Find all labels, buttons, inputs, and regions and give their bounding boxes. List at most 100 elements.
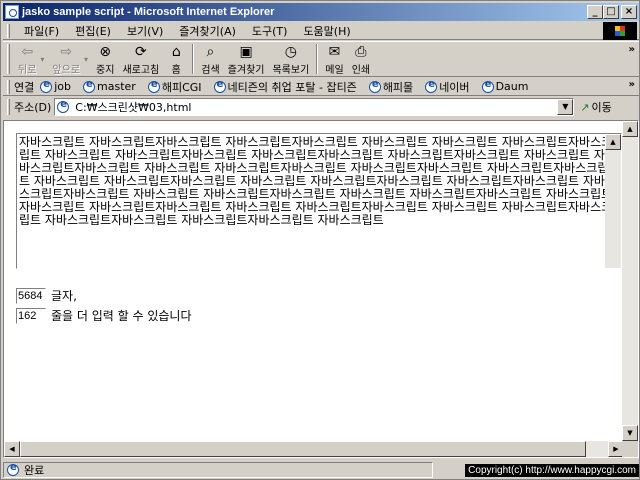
link-text: 네티즌의 취업 포탈 - 잡티즌 [227, 80, 357, 94]
mail-button[interactable]: ✉ 메일 [321, 42, 347, 76]
stop-label: 중지 [96, 65, 115, 76]
menu-edit[interactable]: 편집(E) [67, 23, 119, 39]
menu-grip[interactable] [7, 23, 10, 38]
status-pane-main: 완료 [3, 462, 433, 478]
go-button[interactable]: ↗ 이동 [580, 99, 611, 115]
page-vertical-scrollbar[interactable]: ▲ ▼ [622, 121, 638, 441]
history-button[interactable]: ◷ 목록보기 [268, 42, 313, 76]
ie-page-icon [57, 99, 70, 113]
search-label: 검색 [201, 65, 220, 76]
menu-bar: 파일(F) 편집(E) 보기(V) 즐겨찾기(A) 도구(T) 도움말(H) [3, 22, 639, 40]
ie-page-icon [147, 79, 160, 93]
scroll-up-icon[interactable]: ▲ [605, 134, 621, 150]
link-happymall[interactable]: 해피몰 [368, 79, 414, 95]
go-arrow-icon: ↗ [580, 100, 590, 114]
back-dropdown-icon[interactable]: ▾ [40, 55, 44, 64]
status-text: 완료 [24, 464, 45, 477]
copyright-overlay: Copyright(c) http://www.happycgi.com [465, 464, 639, 477]
menu-favorites[interactable]: 즐겨찾기(A) [171, 23, 244, 39]
menu-help[interactable]: 도움말(H) [295, 23, 358, 39]
link-job[interactable]: job [40, 79, 72, 93]
refresh-icon: ⟳ [134, 44, 147, 60]
scroll-left-icon[interactable]: ◀ [4, 441, 20, 457]
links-bar: 연결 job master 해피CGI 네티즌의 취업 포탈 - 잡티즌 해피몰… [3, 78, 639, 96]
toolbar-grip[interactable] [7, 44, 10, 74]
link-text: 네이버 [439, 80, 470, 94]
ie-page-icon [213, 79, 226, 93]
line-count-field[interactable]: 162 [16, 307, 46, 324]
forward-arrow-icon: ⇨ [60, 44, 73, 60]
address-label: 주소(D) [14, 101, 52, 114]
back-label: 뒤로 [18, 65, 37, 76]
link-text: Daum [495, 80, 529, 93]
links-more-chevron-icon[interactable]: » [629, 79, 635, 90]
forward-button[interactable]: ⇨ 앞으로 [48, 42, 84, 76]
link-text: 해피몰 [382, 80, 414, 94]
forward-label: 앞으로 [52, 65, 81, 76]
ie-page-icon [7, 462, 19, 476]
link-text: job [54, 80, 72, 93]
refresh-button[interactable]: ⟳ 새로고침 [118, 42, 163, 76]
address-url: C:₩스크린샷₩03,html [75, 101, 192, 114]
menu-view[interactable]: 보기(V) [119, 23, 171, 39]
favorites-button[interactable]: ▣ 즐겨찾기 [224, 42, 269, 76]
windows-logo-icon [603, 22, 637, 40]
script-textarea[interactable]: 자바스크립트 자바스크립트자바스크립트 자바스크립트자바스크립트 자바스크립트 … [16, 133, 622, 269]
line-count-label: 줄을 더 입력 할 수 있습니다 [51, 309, 192, 323]
close-button[interactable]: × [621, 5, 637, 19]
maximize-button[interactable]: □ [603, 5, 619, 19]
horizontal-scroll-thumb[interactable] [20, 441, 586, 457]
history-icon: ◷ [284, 44, 297, 60]
link-jobtizen[interactable]: 네티즌의 취업 포탈 - 잡티즌 [213, 79, 357, 95]
menu-tools[interactable]: 도구(T) [244, 23, 296, 39]
ie-page-icon [425, 79, 438, 93]
scroll-down-icon[interactable]: ▼ [622, 425, 638, 441]
page-horizontal-scrollbar[interactable]: ◀ ▶ [4, 441, 624, 457]
print-label: 인쇄 [351, 65, 371, 76]
home-button[interactable]: ⌂ 홈 [163, 42, 189, 76]
printer-icon: ⎙ [355, 44, 367, 60]
mail-label: 메일 [325, 65, 344, 76]
search-button[interactable]: ⌕ 검색 [197, 42, 223, 76]
link-text: 해피CGI [161, 80, 202, 94]
address-dropdown-icon[interactable]: ▼ [557, 99, 574, 115]
page-content: 자바스크립트 자바스크립트자바스크립트 자바스크립트자바스크립트 자바스크립트 … [3, 120, 639, 458]
title-bar: jasko sample script - Microsoft Internet… [3, 3, 639, 21]
link-daum[interactable]: Daum [481, 79, 529, 93]
minimize-button[interactable]: _ [587, 5, 603, 19]
address-grip[interactable] [7, 99, 10, 115]
scroll-corner [622, 441, 638, 457]
link-happycgi[interactable]: 해피CGI [147, 79, 202, 95]
go-label: 이동 [591, 101, 612, 114]
textarea-scrollbar[interactable]: ▲ [605, 134, 621, 268]
links-grip[interactable] [7, 79, 10, 94]
char-count-row: 5684 글자, [16, 287, 77, 304]
home-label: 홈 [171, 65, 181, 76]
window-title: jasko sample script - Microsoft Internet… [22, 6, 275, 18]
address-bar: 주소(D) C:₩스크린샷₩03,html ▼ ↗ 이동 [3, 97, 639, 117]
search-icon: ⌕ [206, 44, 215, 60]
address-input[interactable]: C:₩스크린샷₩03,html ▼ [54, 98, 575, 116]
back-button[interactable]: ⇦ 뒤로 [14, 42, 40, 76]
browser-window: jasko sample script - Microsoft Internet… [0, 0, 640, 480]
refresh-label: 새로고침 [122, 65, 160, 76]
print-button[interactable]: ⎙ 인쇄 [348, 42, 374, 76]
link-master[interactable]: master [83, 79, 136, 93]
char-count-field[interactable]: 5684 [16, 287, 46, 304]
mail-icon: ✉ [328, 44, 341, 60]
home-icon: ⌂ [171, 44, 181, 60]
history-label: 목록보기 [272, 65, 310, 76]
menu-file[interactable]: 파일(F) [16, 23, 67, 39]
link-naver[interactable]: 네이버 [425, 79, 470, 95]
scroll-up-icon[interactable]: ▲ [622, 121, 638, 137]
link-text: master [97, 80, 136, 93]
favorites-label: 즐겨찾기 [227, 65, 265, 76]
ie-page-icon [40, 79, 53, 93]
forward-dropdown-icon[interactable]: ▾ [84, 55, 88, 64]
standard-toolbar: ⇦ 뒤로 ▾ ⇨ 앞으로 ▾ ⊗ 중지 ⟳ 새로고침 ⌂ 홈 ⌕ 검색 ▣ 즐겨… [3, 41, 639, 77]
toolbar-separator [192, 44, 195, 74]
textarea-text: 자바스크립트 자바스크립트자바스크립트 자바스크립트자바스크립트 자바스크립트 … [19, 135, 613, 227]
stop-button[interactable]: ⊗ 중지 [92, 42, 118, 76]
ie-page-icon [83, 79, 96, 93]
toolbar-more-chevron-icon[interactable]: » [629, 44, 635, 55]
